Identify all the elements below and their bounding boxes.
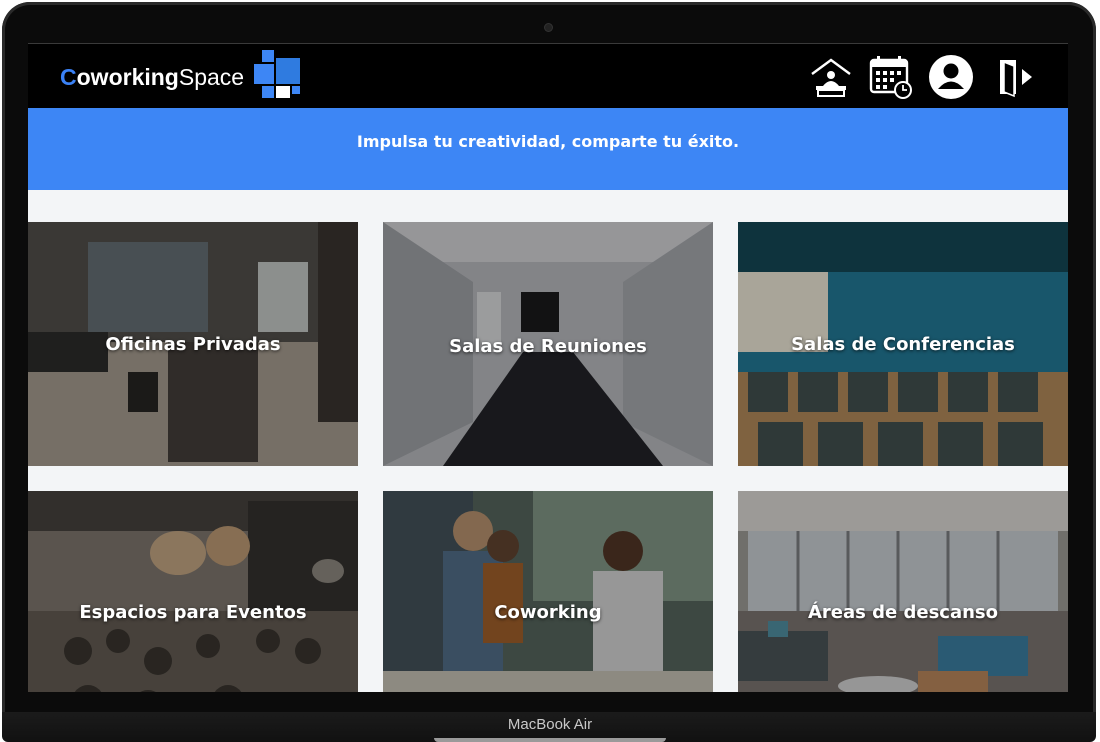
card-overlay <box>738 491 1068 692</box>
card-coworking[interactable]: Coworking <box>383 491 713 692</box>
card-salas-de-conferencias[interactable]: Salas de Conferencias <box>738 222 1068 466</box>
logout-door-icon[interactable] <box>992 54 1038 100</box>
device-label: MacBook Air <box>507 716 593 733</box>
card-title: Coworking <box>494 602 602 623</box>
card-title: Oficinas Privadas <box>105 334 281 355</box>
webcam <box>545 24 552 31</box>
card-espacios-para-eventos[interactable]: Espacios para Eventos <box>28 491 358 692</box>
home-desk-icon[interactable] <box>808 54 854 100</box>
app-screen: Coworking Space Impulsa tu creatividad, … <box>28 44 1068 692</box>
card-title: Salas de Conferencias <box>791 334 1015 355</box>
card-overlay <box>383 491 713 692</box>
hero-banner: Impulsa tu creatividad, comparte tu éxit… <box>28 108 1068 190</box>
card-title: Áreas de descanso <box>807 602 999 623</box>
card-title: Espacios para Eventos <box>79 602 307 623</box>
card-title: Salas de Reuniones <box>449 336 647 357</box>
brand-logo[interactable]: Coworking Space <box>60 62 244 92</box>
logo-word-bold: oworking <box>76 63 179 90</box>
laptop-foot <box>434 738 666 742</box>
card-areas-de-descanso[interactable]: Áreas de descanso <box>738 491 1068 692</box>
card-overlay <box>28 491 358 692</box>
calendar-icon[interactable] <box>868 54 914 100</box>
app-header: Coworking Space <box>28 44 1068 108</box>
logo-word-light: Space <box>178 63 245 90</box>
card-oficinas-privadas[interactable]: Oficinas Privadas <box>28 222 358 466</box>
logo-squares-icon <box>254 50 300 98</box>
user-profile-icon[interactable] <box>928 54 974 100</box>
logo-letter: C <box>60 63 77 90</box>
card-salas-de-reuniones[interactable]: Salas de Reuniones <box>383 222 713 466</box>
banner-tagline: Impulsa tu creatividad, comparte tu éxit… <box>356 132 740 151</box>
